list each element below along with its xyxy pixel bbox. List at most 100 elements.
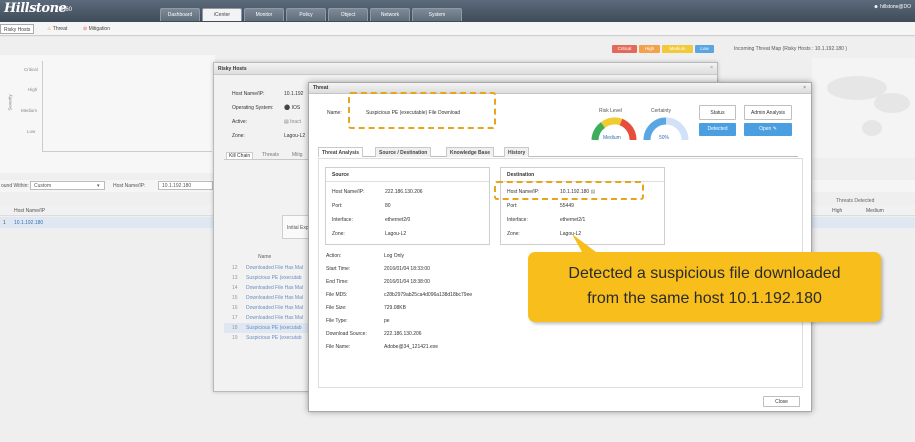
detail-value: 2016/01/04 18:33:00	[384, 266, 430, 272]
destination-port-label: Port:	[507, 203, 518, 209]
user-account[interactable]: ☻ hillstone@DO	[873, 4, 911, 10]
detail-label: File Size:	[326, 305, 347, 311]
list-item-index: 12	[232, 265, 238, 271]
tag-medium[interactable]: Medium	[662, 45, 693, 53]
subtab-mitigation[interactable]: ⊘ Mitigation	[80, 24, 113, 34]
list-item-text: Suspicious PE (executab	[246, 335, 302, 341]
threat-modal: Threat × Name: Suspicious PE (executable…	[308, 82, 812, 412]
list-item[interactable]: 13 Suspicious PE (executab	[224, 273, 319, 283]
list-item[interactable]: 19 Suspicious PE (executab	[224, 333, 319, 343]
threat-tabs: Threat Analysis Source / Destination Kno…	[318, 147, 798, 157]
source-host-label: Host Name/IP:	[332, 189, 365, 195]
status-value-button[interactable]: Detected	[699, 123, 736, 136]
admin-open-button[interactable]: Open ✎	[744, 123, 792, 136]
source-title: Source	[332, 172, 349, 178]
certainty-label: Certainty	[651, 108, 672, 114]
list-item-index: 19	[232, 335, 238, 341]
detail-label: Download Source:	[326, 331, 367, 337]
rh-zone-label: Zone:	[232, 133, 245, 139]
nav-tab-system[interactable]: System	[412, 8, 462, 21]
risk-level-value: Medium	[603, 135, 621, 141]
tab-kill-chain[interactable]: Kill Chain	[226, 152, 254, 159]
severity-chart: Critical High Medium Low Severity	[0, 55, 215, 173]
detail-label: File Name:	[326, 344, 351, 350]
detail-label: File Type:	[326, 318, 348, 324]
tab-mitigation[interactable]: Mitig	[292, 152, 303, 158]
chart-level-high: High	[28, 87, 38, 92]
nav-tab-network[interactable]: Network	[370, 8, 410, 21]
subtab-threat[interactable]: ♨ Threat	[44, 24, 70, 34]
close-button[interactable]: Close	[763, 396, 800, 407]
detail-value: c28b2979ab25ca4d096a138d18bc79ee	[384, 292, 473, 298]
tag-high[interactable]: High	[639, 45, 660, 53]
subtab-risky-hosts[interactable]: Risky Hosts	[0, 24, 35, 34]
list-item-index: 13	[232, 275, 238, 281]
chevron-down-icon: ▾	[97, 183, 100, 189]
destination-host-highlight	[494, 181, 644, 200]
list-item[interactable]: 16 Downloaded File Has Mal	[224, 303, 319, 313]
rh-host-value: 10.1.192	[284, 91, 304, 97]
tab-source-destination[interactable]: Source / Destination	[375, 147, 432, 157]
tab-threats[interactable]: Threats	[262, 152, 279, 158]
user-name: hillstone@DO	[880, 4, 911, 10]
nav-tab-monitor[interactable]: Monitor	[244, 8, 284, 21]
detail-value: Log Only	[384, 253, 405, 259]
close-icon[interactable]: ×	[803, 85, 806, 91]
source-port-value: 80	[385, 203, 391, 209]
column-medium: Medium	[866, 208, 884, 214]
rh-active-value: ▤ Inact	[284, 119, 301, 125]
row-host[interactable]: 10.1.192.180	[14, 220, 43, 226]
callout-line-1: Detected a suspicious file downloaded	[568, 265, 841, 282]
source-port-label: Port:	[332, 203, 343, 209]
list-item-index: 15	[232, 295, 238, 301]
tag-critical[interactable]: Critical	[612, 45, 637, 53]
list-item[interactable]: 15 Downloaded File Has Mal	[224, 293, 319, 303]
rh-active-text: Inact	[290, 119, 301, 125]
list-item[interactable]: 12 Downloaded File Has Mal	[224, 263, 319, 273]
callout-pointer	[572, 234, 596, 252]
admin-open-label: Open	[759, 126, 772, 132]
source-zone-label: Zone:	[332, 231, 345, 237]
list-item-text: Downloaded File Has Mal	[246, 265, 303, 271]
detail-value: Adobe@34_121421.exe	[384, 344, 439, 350]
nav-tab-dashboard[interactable]: Dashboard	[160, 8, 200, 21]
detail-label: File MD5:	[326, 292, 348, 298]
monitor-icon: ▤	[284, 119, 289, 125]
tag-low[interactable]: Low	[695, 45, 714, 53]
host-filter-input[interactable]: 10.1.192.180	[158, 181, 213, 190]
source-interface-value: ethernet2/0	[385, 217, 411, 223]
close-icon[interactable]: ×	[710, 65, 713, 71]
world-map	[812, 58, 915, 158]
list-item-text: Downloaded File Has Mal	[246, 305, 303, 311]
list-item-text: Downloaded File Has Mal	[246, 315, 303, 321]
rh-host-label: Host Name/IP:	[232, 91, 265, 97]
list-item-index: 18	[232, 325, 238, 331]
list-item-text: Suspicious PE (executab	[246, 275, 302, 281]
threat-name-label: Name:	[327, 110, 342, 116]
chart-y-label: Severity	[7, 94, 13, 111]
list-header-name: Name	[258, 254, 272, 260]
column-high: High	[832, 208, 843, 214]
nav-tab-icenter[interactable]: iCenter	[202, 8, 242, 21]
rh-os-text: IOS	[291, 105, 301, 111]
source-zone-value: Lagou-L2	[385, 231, 407, 237]
list-item[interactable]: 17 Downloaded File Has Mal	[224, 313, 319, 323]
threat-map-title: Incoming Threat Map (Risky Hosts : 10.1.…	[734, 46, 848, 52]
time-range-select[interactable]: Custom ▾	[30, 181, 105, 190]
nav-tab-policy[interactable]: Policy	[286, 8, 326, 21]
nav-tab-object[interactable]: Object	[328, 8, 368, 21]
filter-label-host: Host Name/IP:	[113, 183, 146, 189]
list-item[interactable]: 18 Suspicious PE (executab	[224, 323, 319, 333]
source-host-value: 222.186.130.206	[385, 189, 423, 195]
detail-label: Start Time:	[326, 266, 351, 272]
tab-threat-analysis[interactable]: Threat Analysis	[318, 147, 364, 157]
tab-history[interactable]: History	[504, 147, 530, 157]
detail-value: 2016/01/04 18:38:00	[384, 279, 430, 285]
list-item[interactable]: 14 Downloaded File Has Mal	[224, 283, 319, 293]
rh-tabs: Kill Chain Threats Mitig	[224, 150, 319, 160]
sub-navigation-bar: Risky Hosts ♨ Threat ⊘ Mitigation	[0, 22, 915, 36]
top-navigation-bar: Hillstone T5060 Dashboard iCenter Monito…	[0, 0, 915, 22]
device-model: T5060	[55, 7, 73, 13]
tab-knowledge-base[interactable]: Knowledge Base	[446, 147, 495, 157]
subtab-mitigation-label: Mitigation	[88, 26, 110, 32]
